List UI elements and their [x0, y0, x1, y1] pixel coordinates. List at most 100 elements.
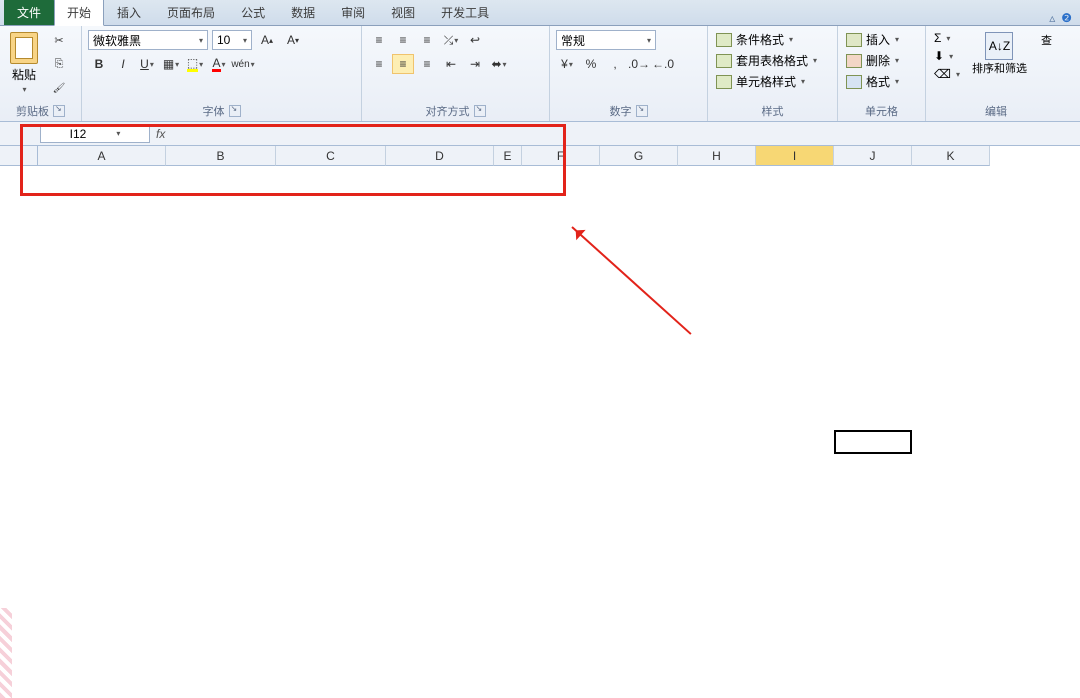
dialog-launcher-icon[interactable] [53, 105, 65, 117]
tab-file[interactable]: 文件 [4, 0, 54, 25]
italic-button[interactable]: I [112, 54, 134, 74]
cell-styles-icon [716, 75, 732, 89]
copy-icon[interactable] [48, 54, 70, 74]
paste-icon [10, 32, 38, 64]
col-header-F[interactable]: F [522, 146, 600, 166]
delete-icon [846, 54, 862, 68]
font-color-button[interactable]: A▾ [208, 54, 230, 74]
tab-data[interactable]: 数据 [278, 0, 328, 25]
formula-bar: I12▾ fx [0, 122, 1080, 146]
group-title-clipboard: 剪贴板 [16, 103, 49, 119]
paste-button[interactable]: 粘贴 ▾ [6, 30, 42, 98]
dialog-launcher-icon[interactable] [229, 105, 241, 117]
col-header-D[interactable]: D [386, 146, 494, 166]
col-header-I[interactable]: I [756, 146, 834, 166]
conditional-format-button[interactable]: 条件格式▾ [714, 30, 831, 49]
annotation-red-arrow [571, 226, 691, 335]
tab-review[interactable]: 审阅 [328, 0, 378, 25]
group-number: 常规▾ ¥▾ % , .0→ ←.0 数字 [550, 26, 708, 121]
align-top-icon[interactable]: ≡ [368, 30, 390, 50]
name-box[interactable]: I12▾ [40, 124, 150, 143]
percent-icon[interactable]: % [580, 54, 602, 74]
col-header-B[interactable]: B [166, 146, 276, 166]
col-header-K[interactable]: K [912, 146, 990, 166]
help-icon[interactable]: ❷ [1061, 11, 1072, 25]
group-edit: Σ▾ ⬇▾ ⌫▾ A↓Z 排序和筛选 查 编辑 [926, 26, 1066, 121]
tab-insert[interactable]: 插入 [104, 0, 154, 25]
merge-center-icon[interactable]: ⬌▾ [488, 54, 510, 74]
group-cells: 插入▾ 删除▾ 格式▾ 单元格 [838, 26, 926, 121]
format-icon [846, 75, 862, 89]
find-select-button[interactable]: 查 [1037, 30, 1056, 82]
tab-layout[interactable]: 页面布局 [154, 0, 228, 25]
increase-font-icon[interactable]: A▴ [256, 30, 278, 50]
increase-indent-icon[interactable]: ⇥ [464, 54, 486, 74]
autosum-button[interactable]: Σ▾ [932, 30, 962, 46]
chevron-down-icon: ▾ [22, 85, 26, 94]
fx-icon[interactable]: fx [156, 127, 165, 141]
orientation-icon[interactable]: ⤰▾ [440, 30, 462, 50]
align-bottom-icon[interactable]: ≡ [416, 30, 438, 50]
fill-color-button[interactable]: ⬚▾ [184, 54, 206, 74]
group-title-styles: 样式 [762, 103, 784, 119]
sort-filter-icon: A↓Z [985, 32, 1013, 60]
align-middle-icon[interactable]: ≡ [392, 30, 414, 50]
decrease-indent-icon[interactable]: ⇤ [440, 54, 462, 74]
underline-button[interactable]: U▾ [136, 54, 158, 74]
number-format-select[interactable]: 常规▾ [556, 30, 656, 50]
currency-icon[interactable]: ¥▾ [556, 54, 578, 74]
group-title-font: 字体 [203, 103, 225, 119]
group-title-edit: 编辑 [985, 103, 1007, 119]
minimize-ribbon-icon[interactable]: ▵ [1049, 11, 1055, 25]
group-title-align: 对齐方式 [426, 103, 470, 119]
decrease-font-icon[interactable]: A▾ [282, 30, 304, 50]
format-painter-icon[interactable] [48, 78, 70, 98]
cell-styles-button[interactable]: 单元格样式▾ [714, 72, 831, 91]
ribbon: 粘贴 ▾ 剪贴板 微软雅黑▾ 10▾ A▴ A▾ B I U▾ ▦▾ [0, 26, 1080, 122]
paste-label: 粘贴 [12, 66, 36, 83]
comma-icon[interactable]: , [604, 54, 626, 74]
col-header-H[interactable]: H [678, 146, 756, 166]
worksheet-grid[interactable]: A B C D E F G H I J K [0, 146, 1080, 166]
select-all-corner[interactable] [0, 146, 38, 166]
group-clipboard: 粘贴 ▾ 剪贴板 [0, 26, 82, 121]
clear-button[interactable]: ⌫▾ [932, 66, 962, 82]
wrap-text-icon[interactable]: ↩ [464, 30, 486, 50]
table-format-icon [716, 54, 732, 68]
insert-icon [846, 33, 862, 47]
delete-cells-button[interactable]: 删除▾ [844, 51, 919, 70]
table-format-button[interactable]: 套用表格格式▾ [714, 51, 831, 70]
align-right-icon[interactable]: ≡ [416, 54, 438, 74]
tab-home[interactable]: 开始 [54, 0, 104, 26]
increase-decimal-icon[interactable]: .0→ [628, 54, 650, 74]
col-header-J[interactable]: J [834, 146, 912, 166]
dialog-launcher-icon[interactable] [636, 105, 648, 117]
col-header-C[interactable]: C [276, 146, 386, 166]
format-cells-button[interactable]: 格式▾ [844, 72, 919, 91]
col-header-E[interactable]: E [494, 146, 522, 166]
phonetic-button[interactable]: wén▾ [232, 54, 254, 74]
tab-formula[interactable]: 公式 [228, 0, 278, 25]
cut-icon[interactable] [48, 30, 70, 50]
col-header-A[interactable]: A [38, 146, 166, 166]
decrease-decimal-icon[interactable]: ←.0 [652, 54, 674, 74]
group-font: 微软雅黑▾ 10▾ A▴ A▾ B I U▾ ▦▾ ⬚▾ A▾ wén▾ 字体 [82, 26, 362, 121]
align-center-icon[interactable]: ≡ [392, 54, 414, 74]
watermark-strip [0, 608, 12, 698]
fill-button[interactable]: ⬇▾ [932, 48, 962, 64]
tab-view[interactable]: 视图 [378, 0, 428, 25]
conditional-format-icon [716, 33, 732, 47]
align-left-icon[interactable]: ≡ [368, 54, 390, 74]
group-align: ≡ ≡ ≡ ⤰▾ ↩ ≡ ≡ ≡ ⇤ ⇥ ⬌▾ 对齐方式 [362, 26, 550, 121]
group-title-number: 数字 [610, 103, 632, 119]
col-header-G[interactable]: G [600, 146, 678, 166]
selection-rectangle [834, 430, 912, 454]
insert-cells-button[interactable]: 插入▾ [844, 30, 919, 49]
font-size-select[interactable]: 10▾ [212, 30, 252, 50]
tab-dev[interactable]: 开发工具 [428, 0, 502, 25]
border-button[interactable]: ▦▾ [160, 54, 182, 74]
bold-button[interactable]: B [88, 54, 110, 74]
font-name-select[interactable]: 微软雅黑▾ [88, 30, 208, 50]
sort-filter-button[interactable]: A↓Z 排序和筛选 [968, 30, 1031, 82]
dialog-launcher-icon[interactable] [474, 105, 486, 117]
